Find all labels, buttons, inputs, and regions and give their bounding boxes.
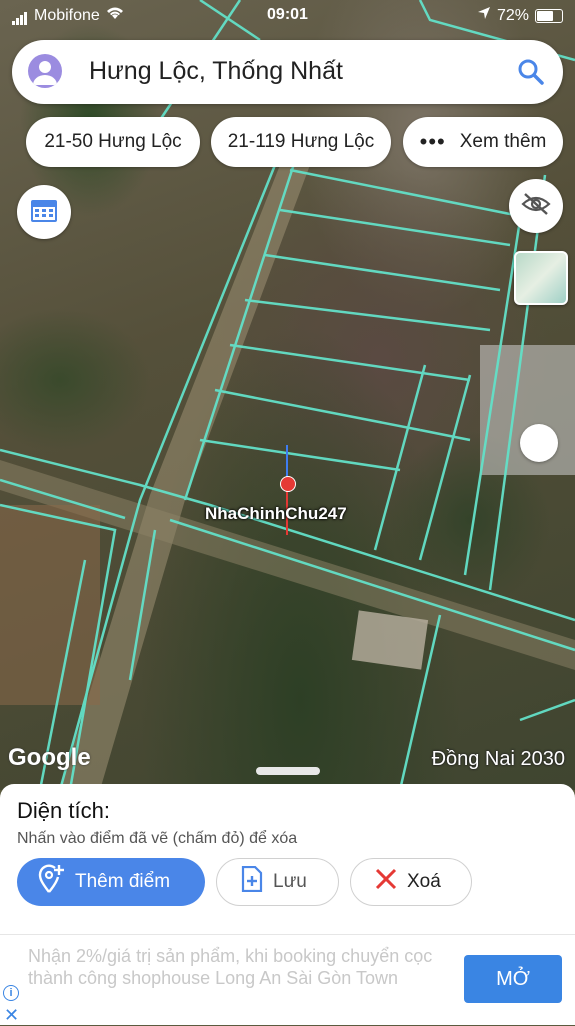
battery-icon [535,8,563,23]
chip-21-50[interactable]: 21-50 Hưng Lộc [26,117,200,167]
delete-button[interactable]: Xoá [350,858,472,906]
delete-label: Xoá [407,871,441,892]
battery-percent: 72% [496,6,529,24]
search-title[interactable]: Hưng Lộc, Thống Nhất [89,57,343,86]
region-label: Đồng Nai 2030 [431,748,565,770]
panel-heading: Diện tích: [17,798,110,823]
avatar[interactable] [28,54,62,88]
ad-banner[interactable]: Nhận 2%/giá trị sản phẩm, khi booking ch… [0,934,575,1025]
panel-hint: Nhấn vào điểm đã vẽ (chấm đỏ) để xóa [17,830,298,847]
search-icon[interactable] [517,58,545,91]
add-point-label: Thêm điểm [75,871,171,892]
location-arrow-icon [477,6,491,25]
chip-label: 21-119 Hưng Lộc [227,131,375,152]
visibility-toggle-button[interactable] [509,179,563,233]
save-button[interactable]: Lưu [216,858,339,906]
calendar-button[interactable] [17,185,71,239]
chip-more[interactable]: ••• Xem thêm [403,117,563,167]
save-file-icon [241,865,263,898]
google-logo: Google [8,744,91,771]
more-dots-icon: ••• [419,129,446,154]
chip-label: 21-50 Hưng Lộc [44,131,182,152]
ad-open-button[interactable]: MỞ [464,955,562,1003]
add-point-button[interactable]: Thêm điểm [17,858,205,906]
ad-close-icon[interactable]: ✕ [4,1005,19,1026]
save-label: Lưu [273,871,307,892]
eye-off-icon [521,192,551,221]
ad-text[interactable]: Nhận 2%/giá trị sản phẩm, khi booking ch… [28,945,448,1011]
chip-21-119[interactable]: 21-119 Hưng Lộc [211,117,391,167]
close-icon [375,868,397,896]
search-bar[interactable]: Hưng Lộc, Thống Nhất [12,40,563,104]
map-layer-thumbnail[interactable] [514,251,568,305]
watermark-text: NhaChinhChu247 [205,504,347,523]
opacity-slider-knob[interactable] [520,424,558,462]
info-icon[interactable]: i [3,985,19,1001]
drag-handle[interactable] [256,767,320,775]
status-bar: Mobifone 09:01 72% [0,0,575,30]
chip-label: Xem thêm [459,131,547,152]
measure-point-marker[interactable] [280,476,296,492]
add-location-icon [37,864,65,900]
calendar-icon [30,197,58,228]
